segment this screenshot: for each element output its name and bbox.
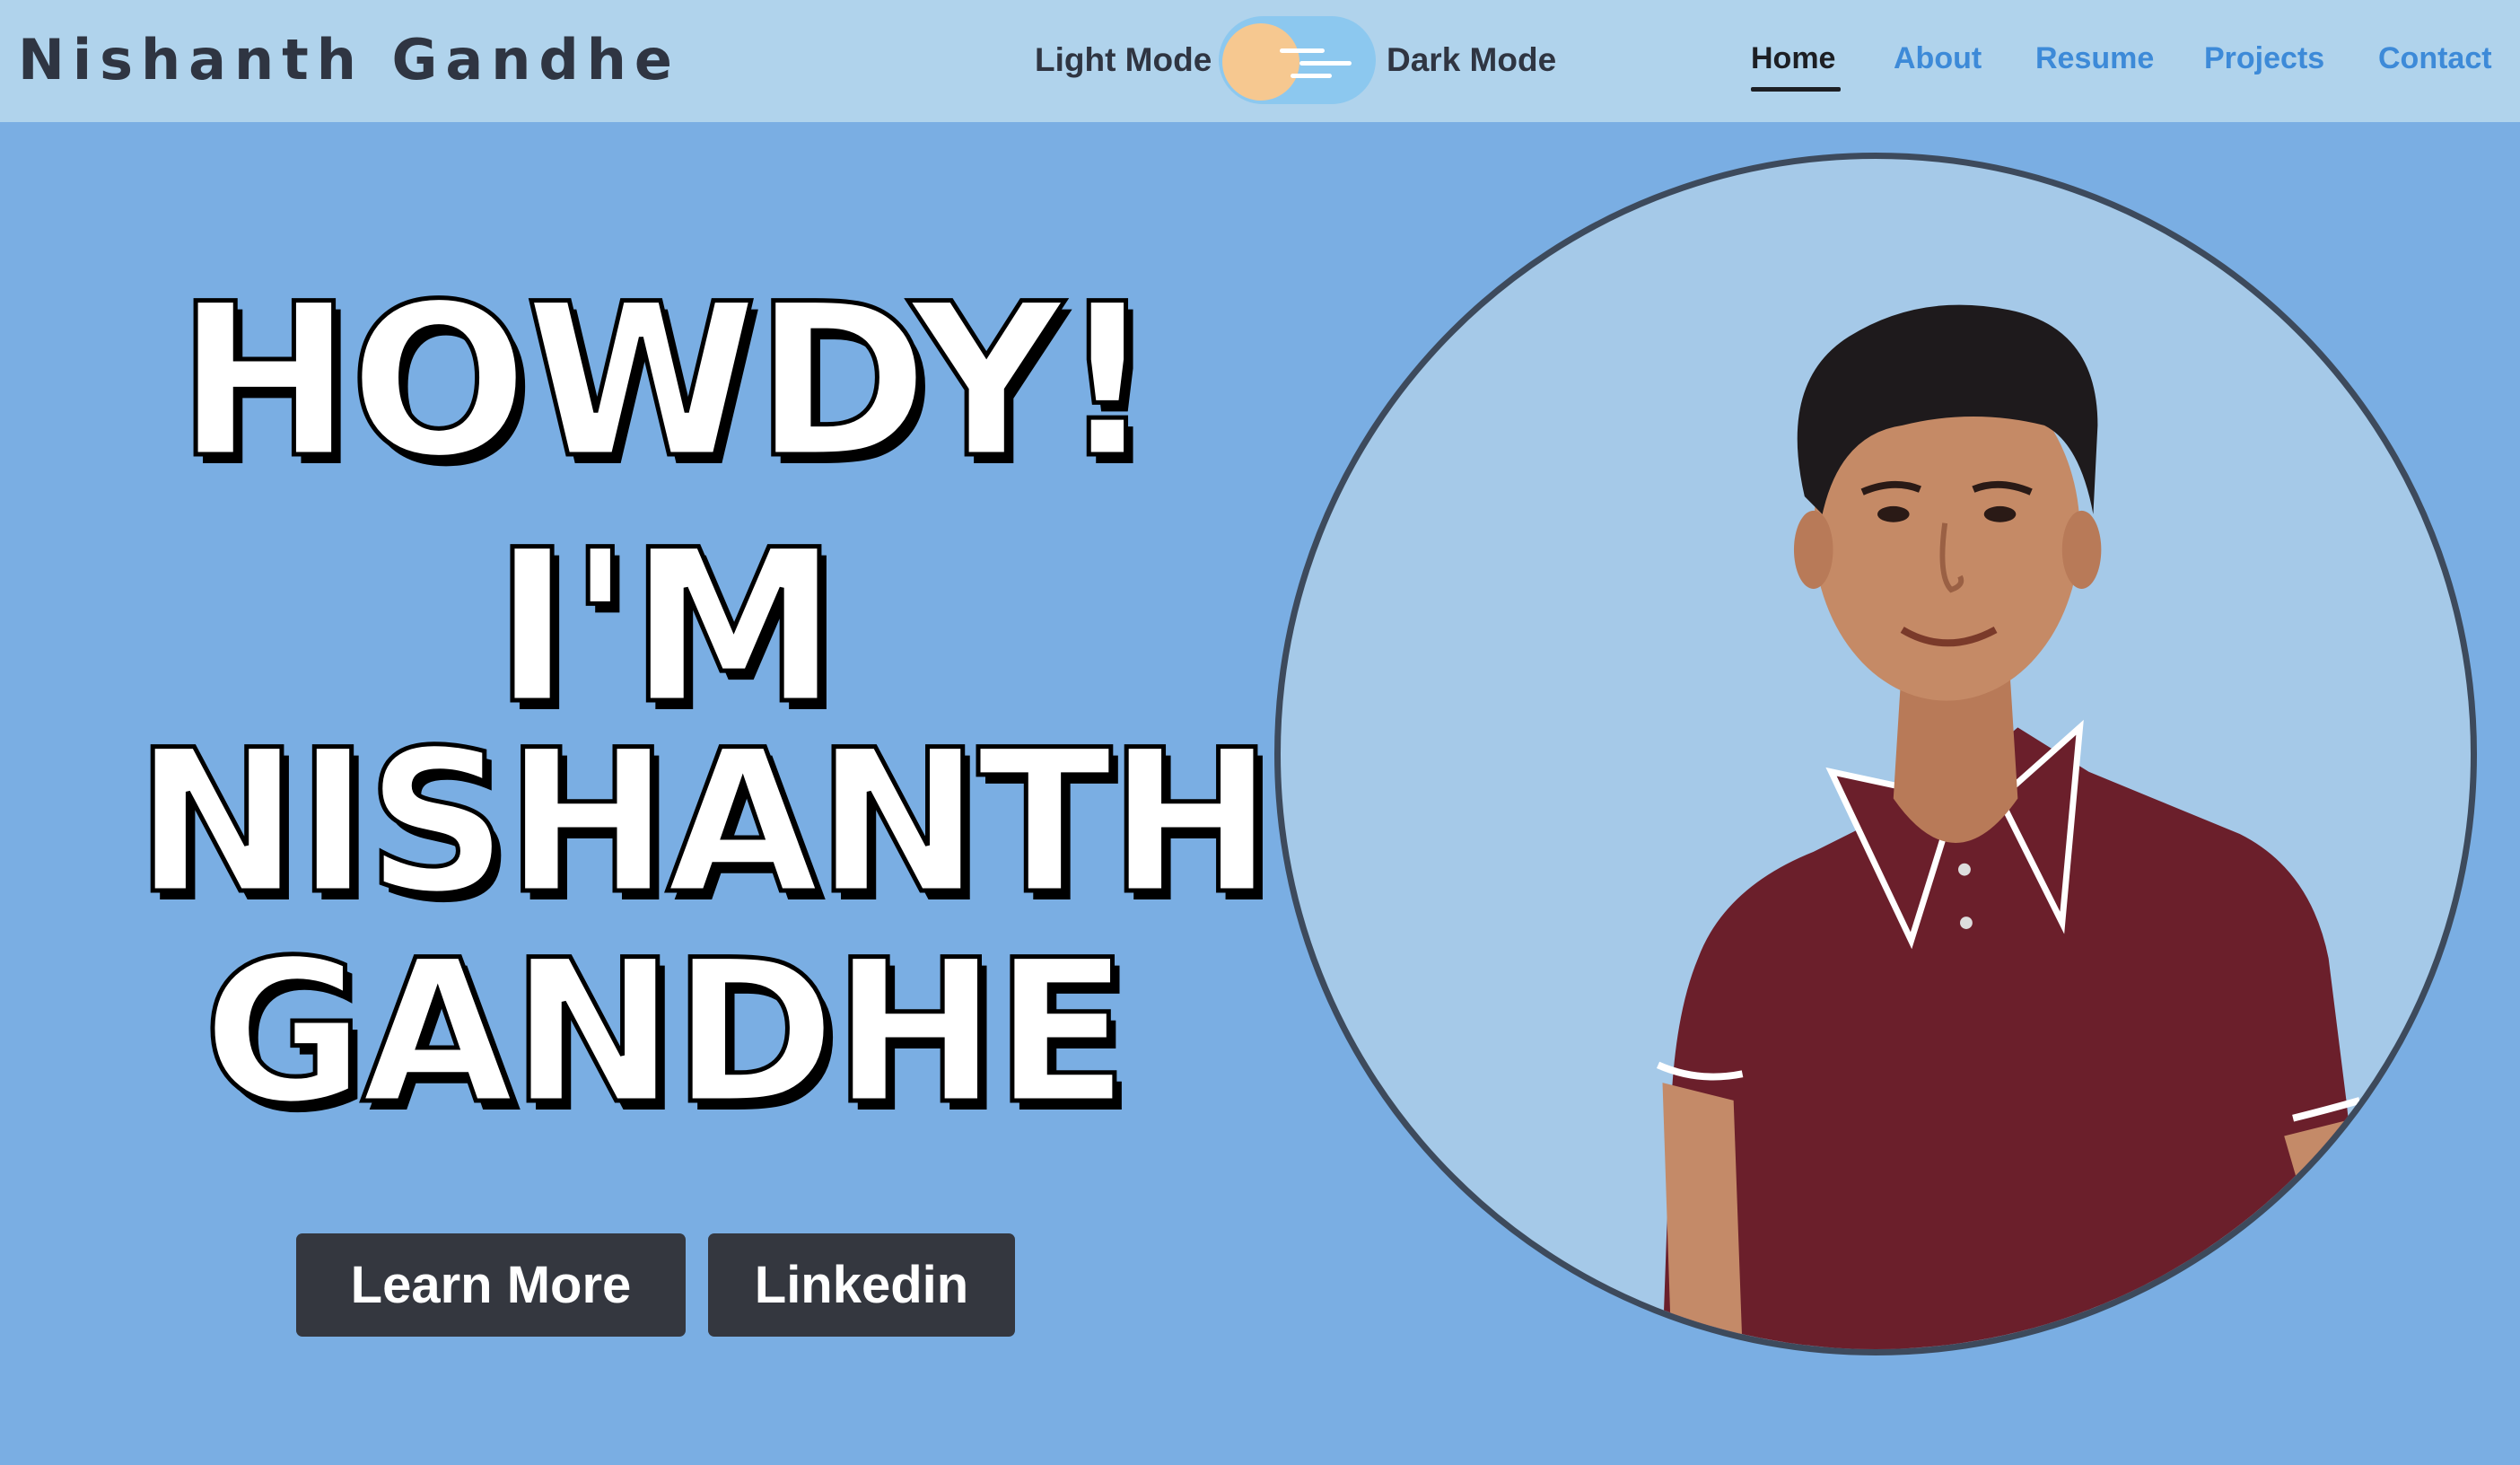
site-header: Nishanth Gandhe Light Mode Dark Mode Hom… [0,0,2520,122]
hero-line-im: I'M [491,505,841,750]
nav-active-underline [1751,87,1841,92]
toggle-streak [1280,48,1325,53]
light-mode-label: Light Mode [1035,41,1212,78]
nav-about[interactable]: About [1894,41,1982,76]
nav-projects[interactable]: Projects [2204,41,2324,76]
nav-home[interactable]: Home [1751,41,1835,76]
hero-line-first-name: NISHANTH [133,707,1276,937]
nav-resume[interactable]: Resume [2035,41,2154,76]
linkedin-button[interactable]: Linkedin [708,1233,1015,1337]
hero-line-last-name: GANDHE [201,917,1132,1147]
profile-photo-illustration [1656,304,2400,1349]
sun-toggle-icon [1222,23,1299,101]
theme-toggle[interactable] [1219,16,1376,104]
toggle-streak [1291,74,1332,78]
profile-photo [1274,153,2477,1355]
learn-more-button[interactable]: Learn More [296,1233,686,1337]
site-brand[interactable]: Nishanth Gandhe [18,27,680,92]
toggle-streak [1299,61,1352,66]
nav-contact[interactable]: Contact [2378,41,2492,76]
dark-mode-label: Dark Mode [1387,41,1557,78]
hero-line-howdy: HOWDY! [174,259,1158,504]
